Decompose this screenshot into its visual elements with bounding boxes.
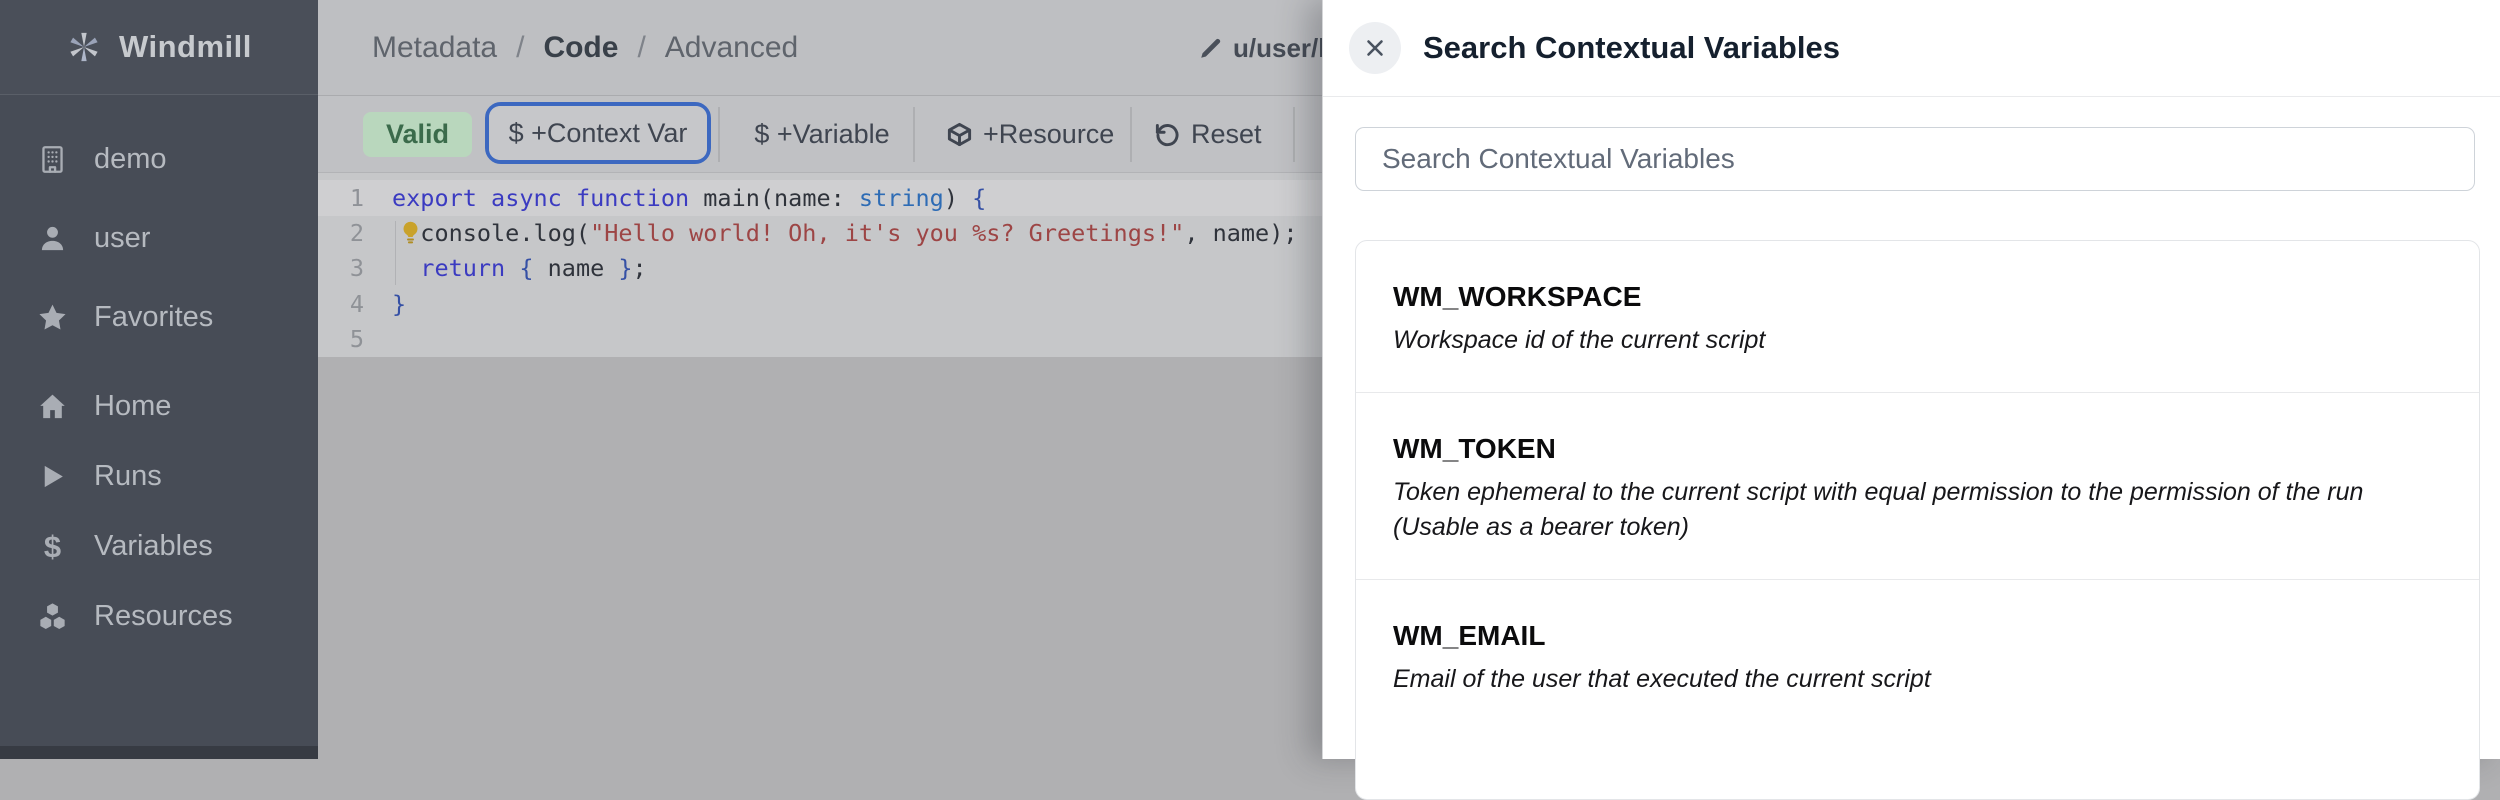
pencil-icon	[1198, 35, 1224, 61]
tab-code[interactable]: Code	[543, 31, 618, 65]
drawer-title: Search Contextual Variables	[1423, 30, 1840, 66]
code-line: 3 return { name };	[318, 251, 1322, 286]
sidebar-item-label: Favorites	[94, 301, 213, 334]
toolbar-divider	[718, 107, 720, 162]
contextual-variable-item[interactable]: WM_TOKEN Token ephemeral to the current s…	[1356, 393, 2479, 580]
rotate-ccw-icon	[1154, 121, 1181, 148]
script-editor-page: Metadata / Code / Advanced u/user/h Vali…	[318, 0, 1322, 759]
line-number: 3	[318, 254, 372, 282]
toolbar-divider	[1293, 107, 1295, 162]
home-icon	[37, 391, 68, 422]
add-resource-button[interactable]: +Resource	[946, 96, 1114, 173]
cube-icon	[946, 121, 973, 148]
tab-metadata[interactable]: Metadata	[372, 31, 497, 65]
contextual-variable-item[interactable]: WM_WORKSPACE Workspace id of the current …	[1356, 241, 2479, 393]
sidebar-workspace-group: demo user Favorites	[0, 120, 318, 357]
sidebar-item-label: Runs	[94, 460, 162, 493]
reset-label: Reset	[1191, 119, 1262, 150]
building-icon	[37, 144, 68, 175]
script-path[interactable]: u/user/h	[1198, 0, 1334, 96]
app-root: Windmill demo user Favorites Home Runs $ Vari…	[0, 0, 2500, 759]
cubes-icon	[37, 601, 68, 632]
variable-description: Workspace id of the current script	[1393, 323, 2442, 358]
context-var-focus-ring: $ +Context Var	[485, 102, 711, 164]
close-drawer-button[interactable]	[1349, 22, 1401, 74]
sidebar-nav-group: Home Runs $ Variables Resources	[0, 371, 318, 651]
contextual-variables-list: WM_WORKSPACE Workspace id of the current …	[1355, 240, 2480, 800]
line-number: 1	[318, 184, 372, 212]
code-line: 5	[318, 322, 1322, 357]
variable-description: Email of the user that executed the curr…	[1393, 662, 2442, 697]
code-line: 2 console.log("Hello world! Oh, it's you…	[318, 215, 1322, 250]
breadcrumb: Metadata / Code / Advanced	[318, 31, 798, 65]
sidebar-item-label: demo	[94, 143, 167, 176]
script-path-text: u/user/h	[1233, 33, 1334, 64]
sidebar-item-demo[interactable]: demo	[0, 120, 318, 199]
search-contextual-variables-input[interactable]	[1355, 127, 2475, 191]
sidebar: Windmill demo user Favorites Home Runs $ Vari…	[0, 0, 318, 759]
play-icon	[37, 461, 68, 492]
user-icon	[37, 223, 68, 254]
sidebar-item-label: Resources	[94, 600, 233, 633]
code-line-content: export async function main(name: string)…	[372, 184, 986, 212]
variable-name: WM_TOKEN	[1393, 433, 2442, 465]
workspace-logo[interactable]: Windmill	[0, 0, 318, 95]
variable-name: WM_EMAIL	[1393, 620, 2442, 652]
code-line-content: }	[372, 290, 406, 318]
code-line-content: return { name };	[372, 254, 647, 282]
valid-status-badge: Valid	[363, 112, 472, 157]
add-resource-label: +Resource	[983, 119, 1114, 150]
star-icon	[37, 302, 68, 333]
sidebar-item-favorites[interactable]: Favorites	[0, 278, 318, 357]
toolbar-divider	[913, 107, 915, 162]
sidebar-bottom-strip	[0, 746, 318, 759]
topbar: Metadata / Code / Advanced u/user/h	[318, 0, 1322, 96]
windmill-logo-icon	[64, 27, 104, 67]
breadcrumb-separator: /	[637, 31, 645, 65]
sidebar-item-home[interactable]: Home	[0, 371, 318, 441]
close-icon	[1362, 35, 1388, 61]
contextual-variables-drawer: Search Contextual Variables WM_WORKSPACE…	[1322, 0, 2500, 759]
editor-toolbar: Valid $ +Context Var $ +Variable +Resour…	[318, 96, 1322, 173]
add-context-var-button[interactable]: $ +Context Var	[489, 106, 707, 160]
tab-advanced[interactable]: Advanced	[665, 31, 798, 65]
code-line-content: console.log("Hello world! Oh, it's you %…	[372, 219, 1298, 247]
line-number: 4	[318, 290, 372, 318]
code-line: 4}	[318, 286, 1322, 321]
code-line: 1export async function main(name: string…	[318, 180, 1322, 215]
brand-name: Windmill	[119, 29, 252, 65]
sidebar-item-label: Home	[94, 390, 171, 423]
sidebar-item-runs[interactable]: Runs	[0, 441, 318, 511]
sidebar-item-label: user	[94, 222, 150, 255]
add-variable-button[interactable]: $ +Variable	[736, 96, 908, 173]
sidebar-item-user[interactable]: user	[0, 199, 318, 278]
dollar-icon: $	[37, 531, 68, 562]
variable-description: Token ephemeral to the current script wi…	[1393, 475, 2442, 545]
variable-name: WM_WORKSPACE	[1393, 281, 2442, 313]
code-editor[interactable]: 1export async function main(name: string…	[318, 173, 1322, 357]
line-number: 5	[318, 325, 372, 353]
sidebar-item-variables[interactable]: $ Variables	[0, 511, 318, 581]
reset-button[interactable]: Reset	[1154, 96, 1262, 173]
breadcrumb-separator: /	[516, 31, 524, 65]
contextual-variable-item[interactable]: WM_EMAIL Email of the user that executed …	[1356, 580, 2479, 731]
drawer-header: Search Contextual Variables	[1323, 0, 2500, 97]
sidebar-item-resources[interactable]: Resources	[0, 581, 318, 651]
sidebar-item-label: Variables	[94, 530, 213, 563]
code-lines: 1export async function main(name: string…	[318, 180, 1322, 357]
toolbar-divider	[1130, 107, 1132, 162]
line-number: 2	[318, 219, 372, 247]
